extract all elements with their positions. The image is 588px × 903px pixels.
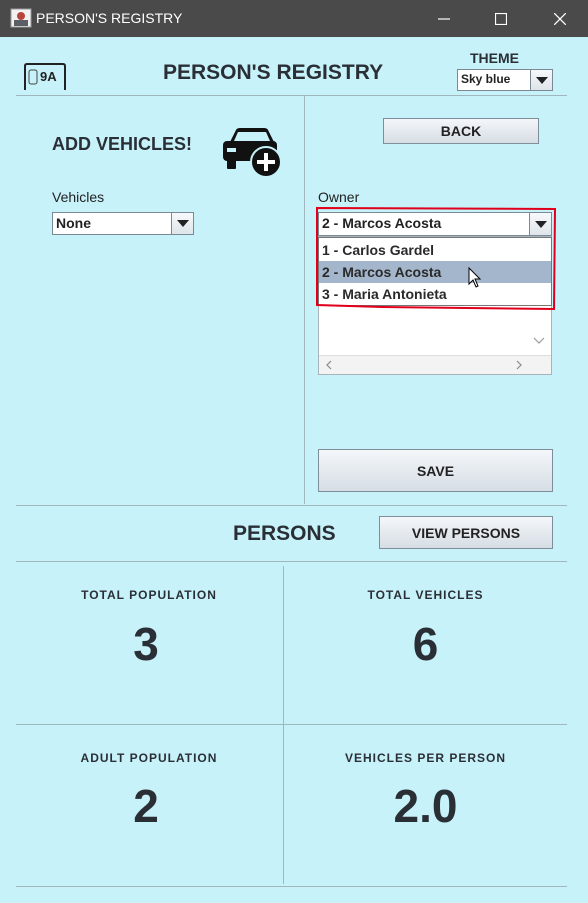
scroll-right-icon[interactable] <box>515 360 523 370</box>
vehicles-per-person-value: 2.0 <box>393 780 458 832</box>
logo: 9A <box>24 63 66 91</box>
theme-label: THEME <box>470 50 519 66</box>
total-vehicles-value: 6 <box>412 618 439 670</box>
vehicles-label: Vehicles <box>52 189 105 205</box>
scroll-down-icon[interactable] <box>533 337 545 345</box>
view-persons-button[interactable]: VIEW PERSONS <box>379 516 553 549</box>
save-button[interactable]: SAVE <box>318 449 553 492</box>
horizontal-scrollbar[interactable] <box>319 355 551 374</box>
vehicles-per-person-label: VEHICLES PER PERSON <box>344 751 507 765</box>
add-vehicles-title: ADD VEHICLES! <box>52 134 193 154</box>
annotation-outline <box>316 206 557 311</box>
minimize-button[interactable] <box>416 0 472 37</box>
scroll-left-icon[interactable] <box>325 360 333 370</box>
adult-population-value: 2 <box>133 780 159 832</box>
owner-label: Owner <box>318 189 360 205</box>
header-divider <box>16 95 567 96</box>
vehicles-select-value: None <box>56 215 91 231</box>
adult-population-label: ADULT POPULATION <box>80 751 218 765</box>
car-add-icon <box>220 124 284 178</box>
back-button[interactable]: BACK <box>383 118 539 144</box>
vehicles-select[interactable]: None <box>52 212 194 235</box>
total-population-value: 3 <box>133 618 159 670</box>
close-button[interactable] <box>532 0 588 37</box>
total-vehicles-label: TOTAL VEHICLES <box>367 588 484 602</box>
stats-top-divider <box>16 561 567 562</box>
theme-select-value: Sky blue <box>461 72 511 86</box>
title-bar: PERSON'S REGISTRY <box>0 0 588 37</box>
stats-vertical-divider <box>283 566 284 884</box>
stats-bottom-divider <box>16 886 567 887</box>
total-population-label: TOTAL POPULATION <box>81 588 217 602</box>
persons-top-divider <box>16 505 567 506</box>
app-window: PERSON'S REGISTRY 9A PERSON'S REGISTRY T… <box>0 0 588 903</box>
theme-select[interactable]: Sky blue <box>457 69 553 91</box>
stats-middle-divider <box>16 724 567 725</box>
chevron-down-icon[interactable] <box>530 70 552 90</box>
page-title: PERSON'S REGISTRY <box>163 61 384 84</box>
app-icon <box>10 8 32 28</box>
chevron-down-icon[interactable] <box>171 213 193 234</box>
maximize-button[interactable] <box>473 0 529 37</box>
window-title: PERSON'S REGISTRY <box>36 10 183 26</box>
persons-title: PERSONS <box>233 522 336 545</box>
logo-text: 9A <box>40 69 57 84</box>
column-divider <box>304 96 305 504</box>
